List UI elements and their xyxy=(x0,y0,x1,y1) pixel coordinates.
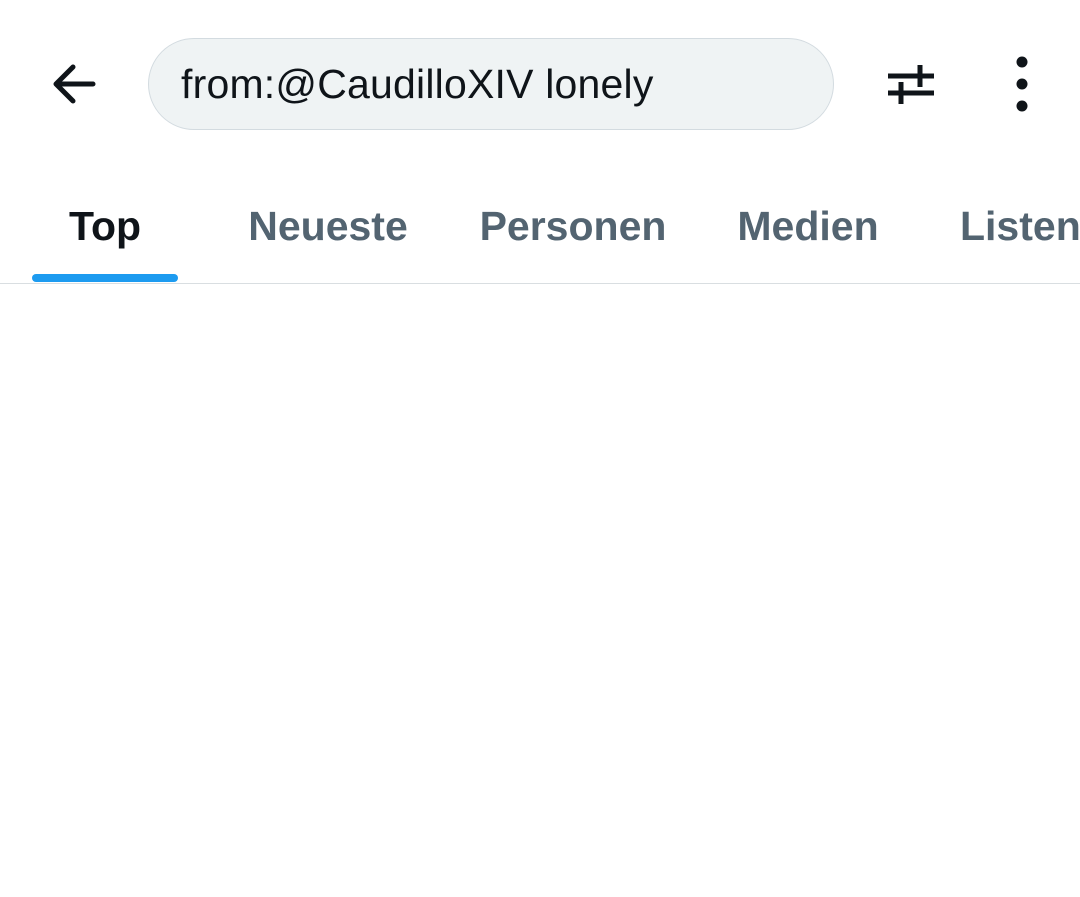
search-results-screen: from:@CaudilloXIV lonely Top Neueste Per… xyxy=(0,0,1080,897)
back-button[interactable] xyxy=(38,52,110,120)
more-vertical-icon xyxy=(1012,56,1032,117)
active-tab-indicator xyxy=(32,274,178,282)
tab-label: Personen xyxy=(479,202,667,249)
tab-label: Listen xyxy=(960,202,1080,249)
tab-medien[interactable]: Medien xyxy=(718,170,898,282)
search-filter-button[interactable] xyxy=(872,50,950,122)
sliders-icon xyxy=(886,59,936,114)
arrow-left-icon xyxy=(51,61,97,112)
tab-label: Top xyxy=(68,202,142,249)
tab-neueste[interactable]: Neueste xyxy=(228,170,428,282)
search-query-text: from:@CaudilloXIV lonely xyxy=(181,60,654,107)
tab-label: Neueste xyxy=(248,202,408,249)
results-area xyxy=(0,285,1080,897)
search-input[interactable]: from:@CaudilloXIV lonely xyxy=(148,38,834,130)
tab-listen[interactable]: Listen xyxy=(944,170,1080,282)
search-tabs: Top Neueste Personen Medien Listen xyxy=(0,170,1080,284)
top-app-bar: from:@CaudilloXIV lonely xyxy=(0,0,1080,170)
more-options-button[interactable] xyxy=(988,50,1056,122)
tab-top[interactable]: Top xyxy=(32,170,178,282)
tab-personen[interactable]: Personen xyxy=(462,170,684,282)
tab-label: Medien xyxy=(737,202,879,249)
